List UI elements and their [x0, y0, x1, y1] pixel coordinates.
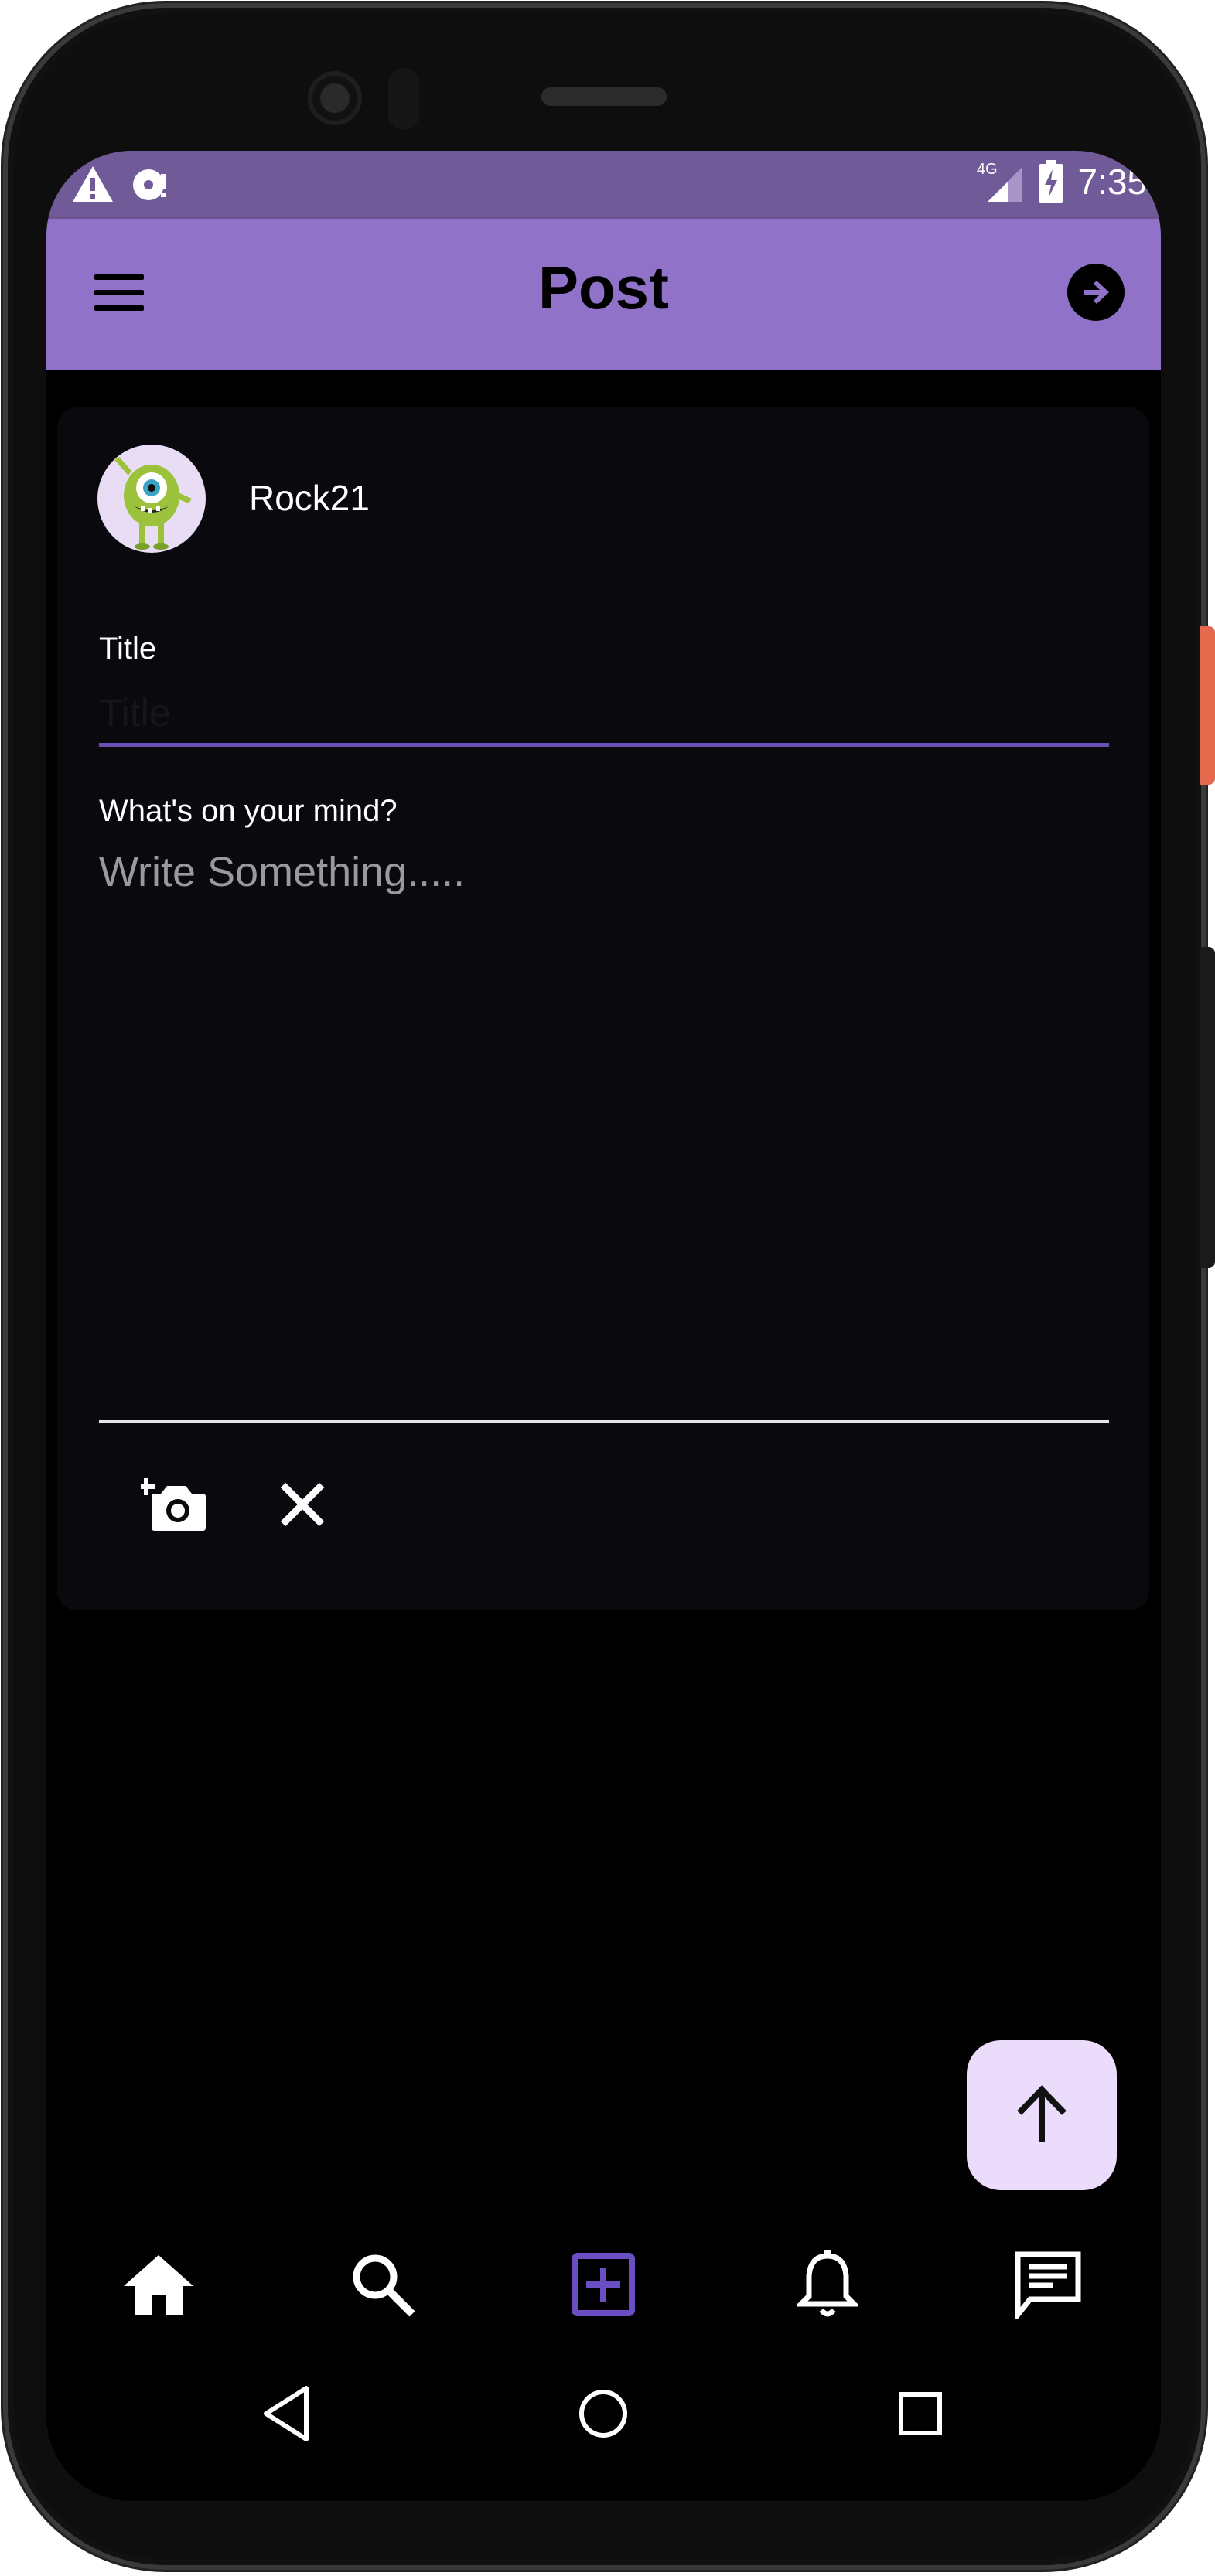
monster-avatar-icon [114, 457, 192, 550]
status-notifications [71, 165, 175, 203]
recents-icon[interactable] [886, 2379, 955, 2448]
proximity-sensor [388, 68, 419, 130]
back-icon[interactable] [255, 2379, 325, 2448]
nav-search[interactable] [344, 2246, 421, 2323]
earpiece-speaker [541, 87, 667, 106]
arrow-up-icon [1017, 2085, 1067, 2142]
battery-charging-icon [1039, 160, 1064, 203]
body-label: What's on your mind? [99, 794, 398, 828]
power-button [1200, 626, 1215, 785]
system-nav [46, 2363, 1161, 2501]
network-type: 4G [977, 161, 998, 178]
screen: 4G 7:35 Post Rock21 Title Title What's o… [46, 151, 1161, 2501]
username: Rock21 [249, 478, 370, 518]
title-input[interactable] [99, 683, 1109, 747]
arrow-right-circle-icon[interactable] [1067, 264, 1125, 321]
add-photo-icon[interactable] [138, 1470, 207, 1532]
nav-notifications[interactable] [789, 2246, 866, 2323]
app-bar: Post [46, 219, 1161, 370]
nav-home[interactable] [120, 2246, 197, 2323]
bottom-nav [46, 2246, 1161, 2346]
nav-add-post[interactable] [565, 2246, 642, 2323]
page-title: Post [538, 254, 670, 322]
clock: 7:35 [1077, 162, 1147, 202]
status-system: 4G 7:35 [977, 160, 1147, 203]
front-camera [308, 71, 362, 125]
title-label: Title [99, 632, 157, 666]
scroll-up-button[interactable] [967, 2040, 1117, 2190]
disc-icon [133, 169, 166, 200]
close-icon[interactable] [278, 1481, 326, 1528]
chat-icon [1015, 2251, 1081, 2319]
home-circle-icon[interactable] [568, 2379, 638, 2448]
avatar [97, 445, 206, 553]
bell-icon [797, 2250, 858, 2317]
volume-button [1200, 947, 1215, 1268]
nav-chat[interactable] [1009, 2246, 1087, 2323]
search-icon [353, 2254, 415, 2317]
signal-icon: 4G [977, 161, 1022, 202]
post-card: Rock21 Title What's on your mind? [57, 407, 1149, 1610]
home-icon [124, 2255, 193, 2315]
status-bar: 4G 7:35 [46, 151, 1161, 219]
add-box-icon [572, 2253, 635, 2316]
body-input[interactable] [99, 848, 1109, 1423]
alert-icon [73, 166, 113, 202]
